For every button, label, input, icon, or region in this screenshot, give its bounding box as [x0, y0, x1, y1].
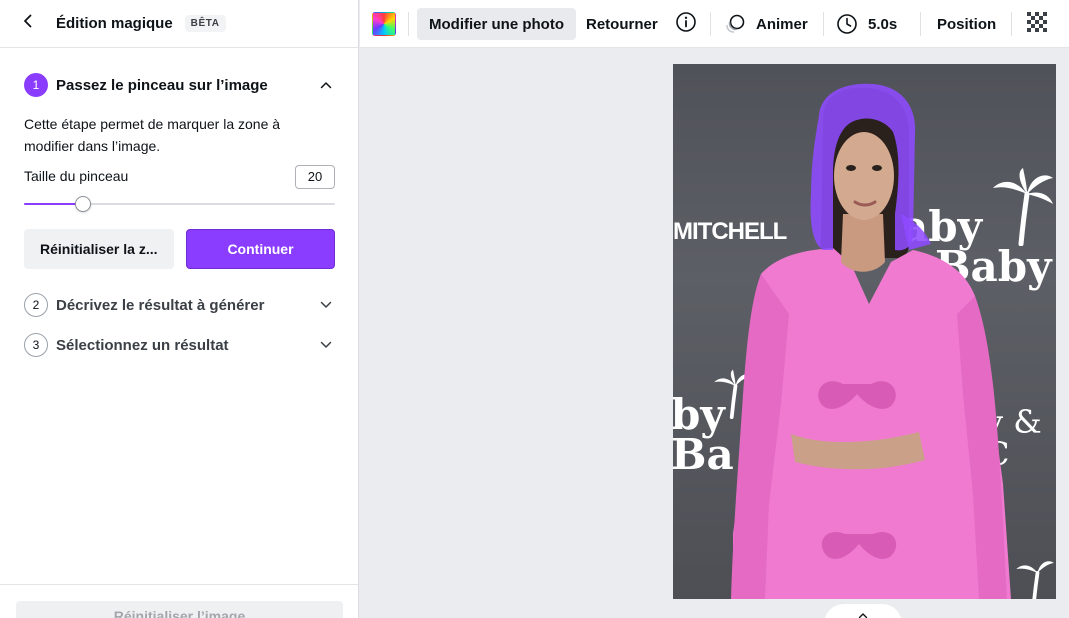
step-3-header[interactable]: 3 Sélectionnez un résultat — [24, 332, 334, 358]
reset-image-button[interactable]: Réinitialiser l’image — [16, 601, 343, 618]
chevron-up-icon — [318, 77, 334, 93]
toolbar-divider — [1011, 12, 1012, 36]
chevron-down-icon — [318, 297, 334, 313]
reset-selection-button[interactable]: Réinitialiser la z... — [24, 229, 174, 269]
toolbar-divider — [823, 12, 824, 36]
editor-canvas[interactable]: MITCHELL aby Baby by Ba y & C — [360, 48, 1069, 618]
step-1-header[interactable]: 1 Passez le pinceau sur l’image — [24, 72, 334, 98]
step-number: 1 — [24, 73, 48, 97]
animate-label: Animer — [756, 15, 808, 33]
clock-icon — [836, 13, 858, 35]
step-label: Sélectionnez un résultat — [56, 336, 229, 354]
duration-button[interactable]: 5.0s — [830, 8, 909, 40]
continue-button[interactable]: Continuer — [186, 229, 335, 269]
color-picker-button[interactable] — [372, 12, 396, 36]
step-number: 3 — [24, 333, 48, 357]
step-number: 2 — [24, 293, 48, 317]
editor-toolbar: Modifier une photo Retourner Animer 5.0s… — [360, 0, 1069, 48]
magic-edit-panel: Édition magique BÊTA 1 Passez le pinceau… — [0, 0, 359, 618]
toolbar-divider — [710, 12, 711, 36]
chevron-up-icon — [858, 606, 868, 618]
edit-photo-button[interactable]: Modifier une photo — [417, 8, 576, 40]
toolbar-divider — [920, 12, 921, 36]
info-icon — [675, 11, 697, 37]
transparency-button[interactable] — [1024, 8, 1050, 40]
animate-button[interactable]: Animer — [718, 8, 820, 40]
brush-size-label: Taille du pinceau — [24, 168, 129, 184]
animate-icon — [724, 13, 746, 35]
info-button[interactable] — [670, 8, 702, 40]
expand-pages-handle[interactable] — [824, 604, 902, 618]
slider-thumb[interactable] — [75, 196, 92, 212]
brush-size-slider[interactable] — [24, 196, 335, 212]
person-figure — [731, 83, 1011, 599]
transparency-icon — [1027, 12, 1047, 36]
panel-header: Édition magique BÊTA — [0, 0, 358, 48]
back-button[interactable] — [14, 10, 42, 38]
step-label: Passez le pinceau sur l’image — [56, 76, 268, 94]
step-2-header[interactable]: 2 Décrivez le résultat à générer — [24, 292, 334, 318]
panel-footer: Réinitialiser l’image — [0, 584, 358, 618]
chevron-left-icon — [21, 14, 35, 33]
step-description: Cette étape permet de marquer la zone à … — [24, 116, 281, 154]
step-label: Décrivez le résultat à générer — [56, 296, 265, 314]
photo-with-brush-mask[interactable]: MITCHELL aby Baby by Ba y & C — [673, 64, 1056, 599]
duration-label: 5.0s — [868, 15, 898, 33]
chevron-down-icon — [318, 337, 334, 353]
flip-button[interactable]: Retourner — [574, 8, 670, 40]
panel-title: Édition magique — [56, 15, 173, 32]
brush-size-input[interactable]: 20 — [295, 165, 335, 189]
beta-badge: BÊTA — [184, 15, 226, 32]
toolbar-divider — [408, 12, 409, 36]
position-button[interactable]: Position — [926, 8, 1007, 40]
